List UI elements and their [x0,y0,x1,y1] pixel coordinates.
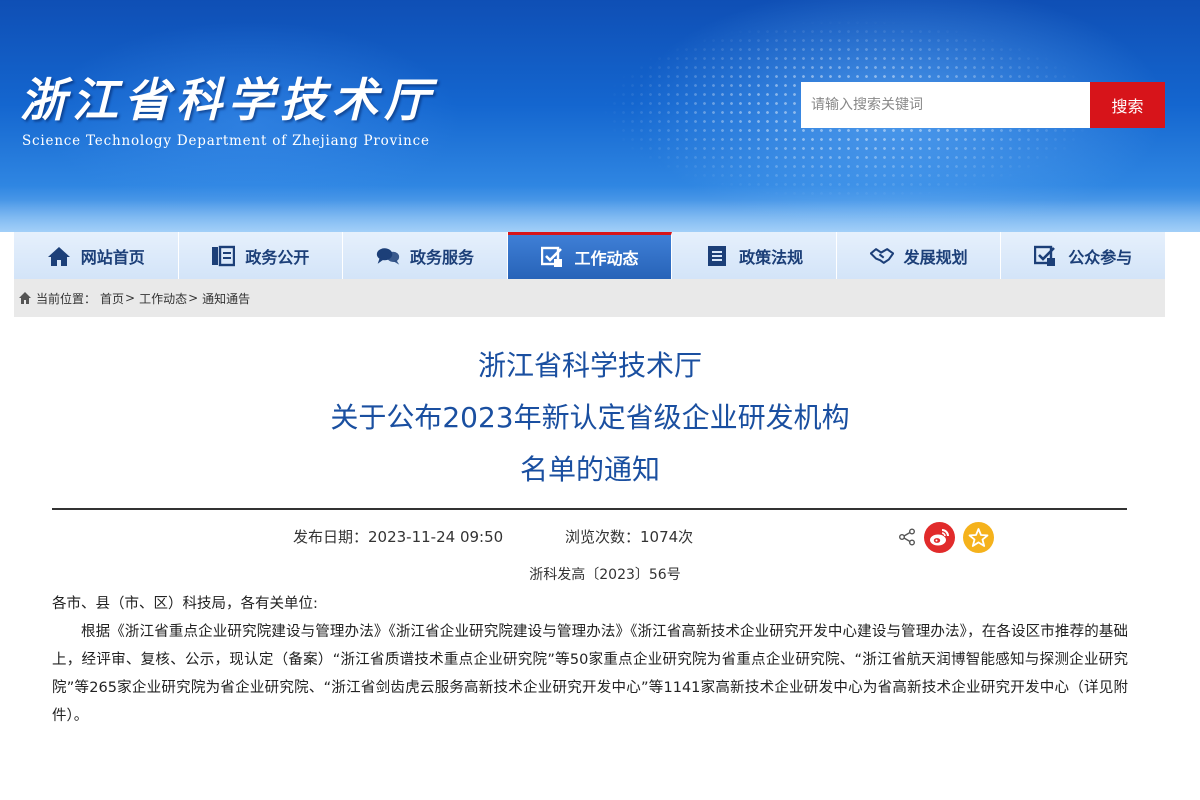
nav-item-government-services[interactable]: 政务服务 [343,232,508,279]
breadcrumb-work-news[interactable]: 工作动态 [139,290,187,307]
article-body: 各市、县（市、区）科技局，各有关单位: 根据《浙江省重点企业研究院建设与管理办法… [52,590,1128,730]
article-meta: 发布日期：2023-11-24 09:50 浏览次数：1074次 [0,522,1180,553]
banner-glow [0,200,1200,232]
breadcrumb: 当前位置： 首页 > 工作动态 > 通知通告 [14,279,1165,317]
handshake-icon [869,247,894,264]
nav-item-label: 公众参与 [1068,247,1133,267]
view-count: 浏览次数：1074次 [565,528,694,546]
article-title-line: 关于公布2023年新认定省级企业研发机构 [330,401,850,434]
article-title-line: 名单的通知 [519,453,660,486]
publish-date: 发布日期：2023-11-24 09:50 [293,528,504,546]
breadcrumb-separator: > [125,291,136,305]
article-title: 浙江省科学技术厅 关于公布2023年新认定省级企业研发机构 名单的通知 [0,340,1180,496]
breadcrumb-notices[interactable]: 通知通告 [202,290,250,307]
favorite-star-icon[interactable] [963,522,994,553]
main-nav: 网站首页 政务公开 政务服务 工作动态 政策法规 发展规划 公众参与 [14,232,1166,279]
chat-bubbles-icon [376,247,400,265]
document-number: 浙科发高〔2023〕56号 [529,567,681,583]
search-input[interactable] [801,82,1090,128]
participation-icon [1034,245,1056,266]
header-banner: 浙江省科学技术厅 Science Technology Department o… [0,0,1200,232]
body-paragraph: 根据《浙江省重点企业研究院建设与管理办法》《浙江省企业研究院建设与管理办法》《浙… [52,624,1128,724]
nav-item-label: 发展规划 [903,247,968,267]
work-news-icon [540,246,562,267]
nav-item-label: 政务公开 [245,247,310,267]
breadcrumb-home[interactable]: 首页 [100,290,124,307]
nav-item-label: 网站首页 [80,247,145,267]
nav-item-label: 政策法规 [739,247,804,267]
list-icon [708,245,727,266]
nav-item-home[interactable]: 网站首页 [14,232,179,279]
nav-item-label: 政务服务 [409,247,474,267]
document-list-icon [212,245,236,266]
share-icon[interactable] [898,528,916,546]
nav-item-government-affairs[interactable]: 政务公开 [178,232,344,279]
weibo-share-icon[interactable] [924,522,955,553]
nav-item-policies[interactable]: 政策法规 [672,232,837,279]
nav-item-development-planning[interactable]: 发展规划 [836,232,1002,279]
site-logo-title[interactable]: 浙江省科学技术厅 [20,64,436,130]
title-divider [52,508,1127,510]
home-icon [19,292,31,304]
site-logo-subtitle: Science Technology Department of Zhejian… [22,133,430,149]
search-button[interactable]: 搜索 [1090,82,1165,128]
salutation: 各市、县（市、区）科技局，各有关单位: [52,596,318,612]
breadcrumb-separator: > [188,291,199,305]
home-icon [47,246,70,266]
nav-item-label: 工作动态 [574,249,639,268]
breadcrumb-prefix: 当前位置： [36,291,97,306]
article-title-line: 浙江省科学技术厅 [477,349,702,382]
nav-item-public-participation[interactable]: 公众参与 [1001,232,1166,279]
nav-item-work-news[interactable]: 工作动态 [507,232,673,279]
